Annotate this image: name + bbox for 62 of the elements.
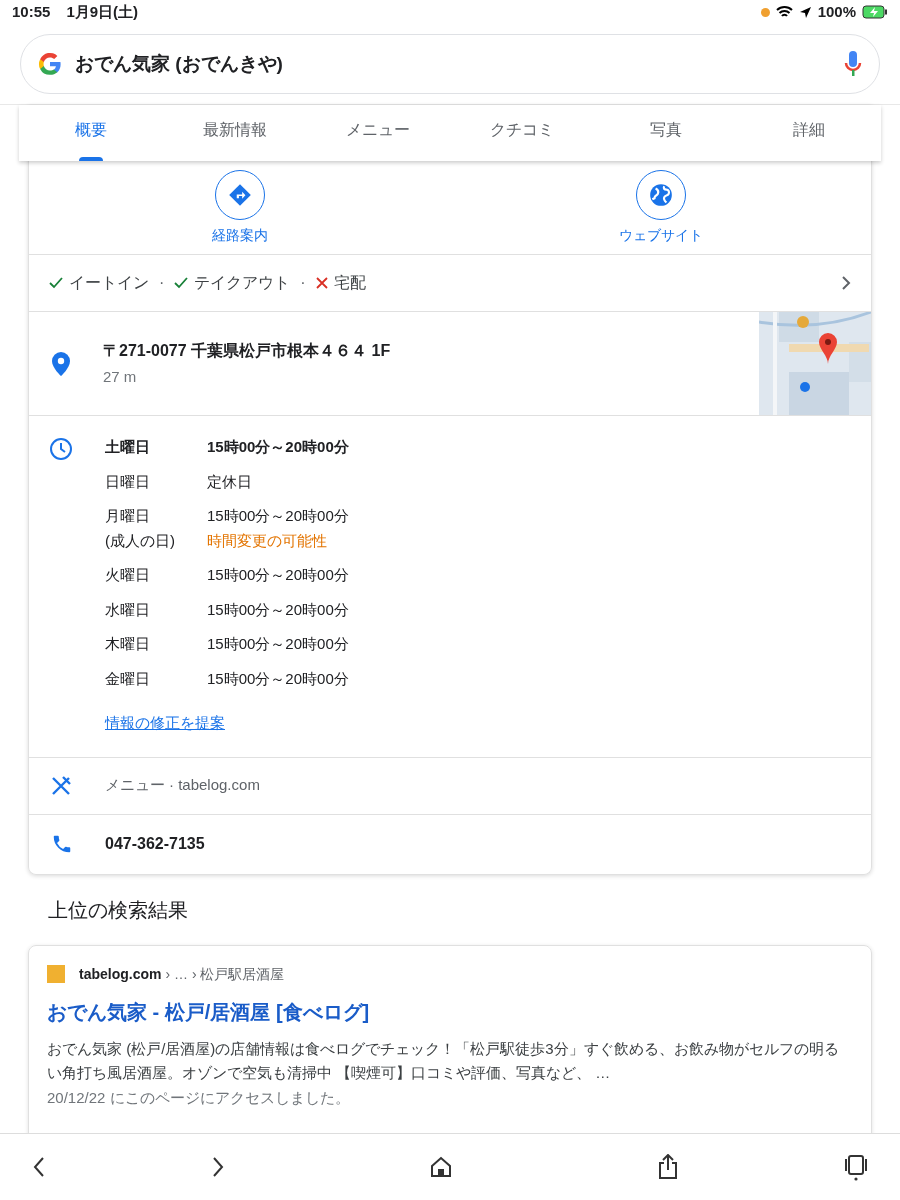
- opening-hours: 15時00分～20時00分: [207, 668, 349, 689]
- status-date: 1月9日(土): [66, 1, 139, 22]
- location-arrow-icon: [798, 5, 812, 19]
- google-g-icon: [37, 51, 63, 77]
- site-favicon: [47, 965, 65, 983]
- opening-hours: 15時00分～20時00分: [207, 506, 349, 526]
- service-label: テイクアウト: [194, 273, 291, 293]
- weekday: 水曜日: [105, 599, 151, 620]
- search-query: おでん気家 (おでんきや): [75, 51, 284, 76]
- location-pin-icon: [51, 350, 71, 377]
- tab[interactable]: メニュー: [306, 105, 450, 161]
- suggest-edit-link[interactable]: 情報の修正を提案: [105, 712, 349, 735]
- battery-percent: 100%: [817, 1, 856, 22]
- breadcrumb: › … › 松戸駅居酒屋: [165, 964, 285, 984]
- hours-warning: 時間変更の可能性: [207, 530, 328, 551]
- menu-source: · tabelog.com: [169, 775, 260, 796]
- menu-link[interactable]: メニュー: [105, 774, 165, 797]
- results-heading: 上位の検索結果: [48, 897, 189, 923]
- weekday: 月曜日: [105, 506, 151, 526]
- home-icon[interactable]: [430, 1156, 452, 1178]
- wifi-icon: [775, 5, 793, 19]
- status-time: 10:55: [12, 1, 51, 22]
- opening-hours: 定休日: [207, 471, 252, 492]
- chevron-right-icon: [841, 275, 851, 291]
- action-button[interactable]: ウェブサイト: [450, 169, 871, 246]
- holiday-note: (成人の日): [105, 530, 176, 551]
- phone-number[interactable]: 047-362-7135: [105, 832, 205, 856]
- clock-icon: [49, 437, 73, 461]
- tab[interactable]: 詳細: [737, 105, 882, 161]
- result-title-link[interactable]: おでん気家 - 松戸/居酒屋 [食べログ]: [47, 996, 853, 1027]
- opening-hours: 15時00分～20時00分: [207, 599, 349, 620]
- back-icon[interactable]: [32, 1156, 46, 1178]
- weekday: 日曜日: [105, 471, 151, 492]
- share-icon[interactable]: [657, 1154, 679, 1180]
- tab[interactable]: 写真: [593, 105, 738, 161]
- address-text: 〒271-0077 千葉県松戸市根本４６４ 1F: [103, 340, 392, 361]
- action-button[interactable]: 経路案内: [29, 169, 450, 246]
- services-row[interactable]: イートイン · テイクアウト · 宅配: [29, 255, 871, 312]
- phone-icon: [51, 833, 73, 855]
- weekday: 土曜日: [105, 437, 151, 457]
- result-snippet: おでん気家 (松戸/居酒屋)の店舗情報は食べログでチェック！「松戸駅徒歩3分」すぐ飲める、お飲み物がセルフの明るい角打ち風居酒屋。オゾンで空気も清掃中 【喫煙可】口コミや評価、写真など、 …: [47, 1038, 840, 1083]
- forward-icon[interactable]: [211, 1156, 225, 1178]
- opening-hours: 15時00分～20時00分: [207, 565, 349, 585]
- weekday: 木曜日: [105, 634, 151, 654]
- opening-hours: 15時00分～20時00分: [207, 437, 349, 457]
- distance-text: 27 m: [103, 366, 138, 387]
- opening-hours: 15時00分～20時00分: [207, 634, 349, 654]
- microphone-icon[interactable]: [843, 50, 863, 78]
- site-domain: tabelog.com: [79, 964, 162, 984]
- tab[interactable]: クチコミ: [450, 105, 594, 161]
- service-label: イートイン: [69, 273, 149, 293]
- tab[interactable]: 最新情報: [162, 105, 307, 161]
- weekday: 金曜日: [105, 668, 151, 689]
- visited-note: 20/12/22 にこのページにアクセスしました。: [47, 1087, 351, 1108]
- tab[interactable]: 概要: [19, 105, 163, 161]
- battery-charging-icon: [862, 5, 888, 19]
- separator-dot: ·: [300, 273, 306, 293]
- separator-dot: ·: [159, 273, 165, 293]
- globe-icon: [647, 181, 674, 208]
- service-label: 宅配: [333, 273, 366, 293]
- weekday: 火曜日: [105, 565, 151, 585]
- tabs-icon[interactable]: [844, 1153, 868, 1181]
